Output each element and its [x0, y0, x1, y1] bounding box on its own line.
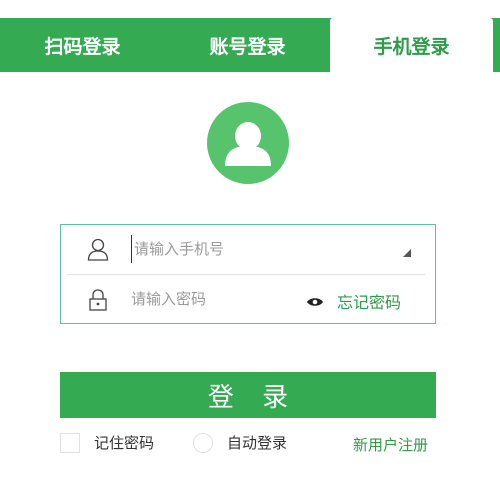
user-icon: [87, 238, 109, 262]
tab-phone-login[interactable]: 手机登录: [330, 18, 493, 72]
eye-icon[interactable]: [306, 293, 324, 306]
phone-input[interactable]: [131, 235, 351, 263]
auto-login-radio[interactable]: [193, 432, 213, 453]
dropdown-arrow-icon[interactable]: [401, 243, 411, 257]
remember-password-checkbox[interactable]: [60, 432, 80, 453]
user-avatar-icon: [207, 102, 289, 184]
tab-account-login[interactable]: 账号登录: [165, 18, 330, 72]
login-form: 忘记密码: [60, 224, 436, 324]
password-row: 忘记密码: [61, 275, 435, 324]
forgot-password-link[interactable]: 忘记密码: [337, 289, 401, 313]
register-link[interactable]: 新用户注册: [353, 434, 428, 455]
auto-login-option[interactable]: 自动登录: [193, 432, 287, 453]
tab-qr-login[interactable]: 扫码登录: [0, 18, 165, 72]
remember-password-label: 记住密码: [94, 434, 155, 452]
remember-password-option[interactable]: 记住密码: [60, 432, 154, 453]
lock-icon: [87, 288, 109, 312]
auto-login-label: 自动登录: [227, 434, 288, 452]
phone-row: [61, 225, 435, 274]
login-button[interactable]: 登 录: [60, 372, 436, 418]
